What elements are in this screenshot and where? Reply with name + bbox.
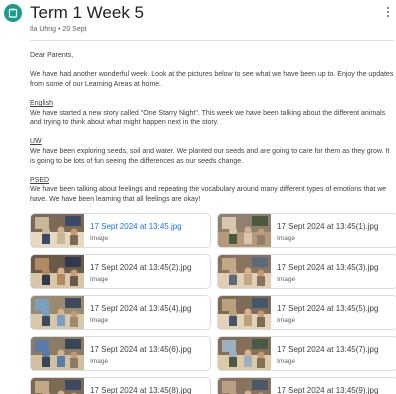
attachment-type: Image xyxy=(90,358,109,365)
post-header: Term 1 Week 5 Ila Uhrig • 20 Sept xyxy=(0,0,396,44)
attachment-thumbnail xyxy=(218,337,271,370)
attachment-card[interactable]: 17 Sept 2024 at 13:45(2).jpg Image xyxy=(30,254,211,289)
section-text-english: We have started a new story called "One … xyxy=(30,109,386,127)
attachment-title[interactable]: 17 Sept 2024 at 13:45(8).jpg xyxy=(90,386,191,394)
attachment-thumbnail xyxy=(31,337,84,370)
attachment-type: Image xyxy=(277,235,296,242)
attachment-title[interactable]: 17 Sept 2024 at 13:45(4).jpg xyxy=(90,304,191,313)
attachment-thumbnail xyxy=(218,214,271,247)
attachment-type: Image xyxy=(90,276,109,283)
post-meta: Ila Uhrig • 20 Sept xyxy=(30,26,87,33)
attachment-thumbnail xyxy=(218,378,271,394)
post-body: Dear Parents, We have had another wonder… xyxy=(30,51,394,205)
attachment-title[interactable]: 17 Sept 2024 at 13:45(6).jpg xyxy=(90,345,191,354)
attachment-title[interactable]: 17 Sept 2024 at 13:45(5).jpg xyxy=(277,304,378,313)
attachment-thumbnail xyxy=(218,255,271,288)
attachment-card[interactable]: 17 Sept 2024 at 13:45(4).jpg Image xyxy=(30,295,211,330)
attachment-title[interactable]: 17 Sept 2024 at 13:45(2).jpg xyxy=(90,263,191,272)
attachment-thumbnail xyxy=(31,378,84,394)
section-text-uw: We have been exploring seeds, soil and w… xyxy=(30,147,390,165)
intro-paragraph: We have had another wonderful week. Look… xyxy=(30,71,394,88)
attachment-title[interactable]: 17 Sept 2024 at 13:45(9).jpg xyxy=(277,386,378,394)
attachment-title[interactable]: 17 Sept 2024 at 13:45(7).jpg xyxy=(277,345,378,354)
attachment-title[interactable]: 17 Sept 2024 at 13:45.jpg xyxy=(90,222,182,231)
section-heading-psed: PSED xyxy=(30,176,50,184)
attachment-type: Image xyxy=(277,317,296,324)
attachment-thumbnail xyxy=(31,214,84,247)
author-name: Ila Uhrig xyxy=(30,26,57,33)
attachment-type: Image xyxy=(277,276,296,283)
post-title: Term 1 Week 5 xyxy=(30,3,145,22)
attachment-type: Image xyxy=(277,358,296,365)
section-heading-english: English xyxy=(30,99,53,107)
attachment-card[interactable]: 17 Sept 2024 at 13:45(8).jpgImage xyxy=(30,377,211,394)
attachment-card[interactable]: 17 Sept 2024 at 13:45(7).jpg Image xyxy=(217,336,396,371)
attachment-card[interactable]: 17 Sept 2024 at 13:45(3).jpg Image xyxy=(217,254,396,289)
greeting: Dear Parents, xyxy=(30,52,74,59)
post-date: 20 Sept xyxy=(62,26,87,33)
attachment-card[interactable]: 17 Sept 2024 at 13:45.jpg Image xyxy=(30,213,211,248)
attachment-card[interactable]: 17 Sept 2024 at 13:45(9).jpgImage xyxy=(217,377,396,394)
attachment-title[interactable]: 17 Sept 2024 at 13:45(3).jpg xyxy=(277,263,378,272)
attachment-card[interactable]: 17 Sept 2024 at 13:45(6).jpg Image xyxy=(30,336,211,371)
attachment-thumbnail xyxy=(31,255,84,288)
header-divider xyxy=(30,40,394,41)
section-text-psed: We have been talking about feelings and … xyxy=(30,186,387,203)
more-vert-icon[interactable] xyxy=(386,7,390,19)
attachment-thumbnail xyxy=(31,296,84,329)
section-heading-uw: UW xyxy=(30,138,42,146)
attachment-type: Image xyxy=(90,317,109,324)
assignment-icon xyxy=(4,4,22,22)
attachment-type: Image xyxy=(90,235,109,242)
attachment-thumbnail xyxy=(218,296,271,329)
attachment-card[interactable]: 17 Sept 2024 at 13:45(1).jpg Image xyxy=(217,213,396,248)
attachment-title[interactable]: 17 Sept 2024 at 13:45(1).jpg xyxy=(277,222,378,231)
attachment-card[interactable]: 17 Sept 2024 at 13:45(5).jpg Image xyxy=(217,295,396,330)
